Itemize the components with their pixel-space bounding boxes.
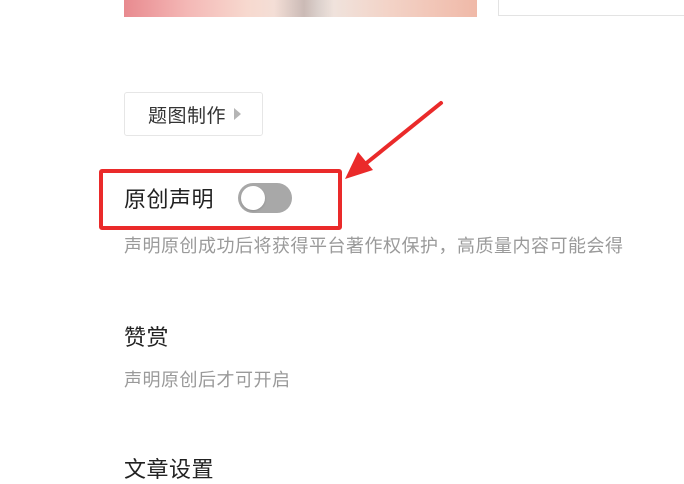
article-settings-title: 文章设置 [124, 458, 215, 483]
cover-tool-button[interactable]: 题图制作 [124, 92, 263, 136]
cover-image [124, 0, 477, 17]
reward-title: 赞赏 [124, 326, 170, 351]
annotation-arrow-shaft [362, 101, 443, 167]
original-declaration-description: 声明原创成功后将获得平台著作权保护，高质量内容可能会得 [124, 236, 624, 257]
cover-tool-label: 题图制作 [148, 104, 227, 127]
side-panel-box [498, 0, 684, 16]
reward-description: 声明原创后才可开启 [124, 370, 291, 391]
annotation-highlight-box [99, 169, 342, 230]
annotation-arrow-head [345, 152, 373, 179]
cover-image-detail [274, 0, 334, 17]
chevron-right-icon [234, 108, 242, 120]
